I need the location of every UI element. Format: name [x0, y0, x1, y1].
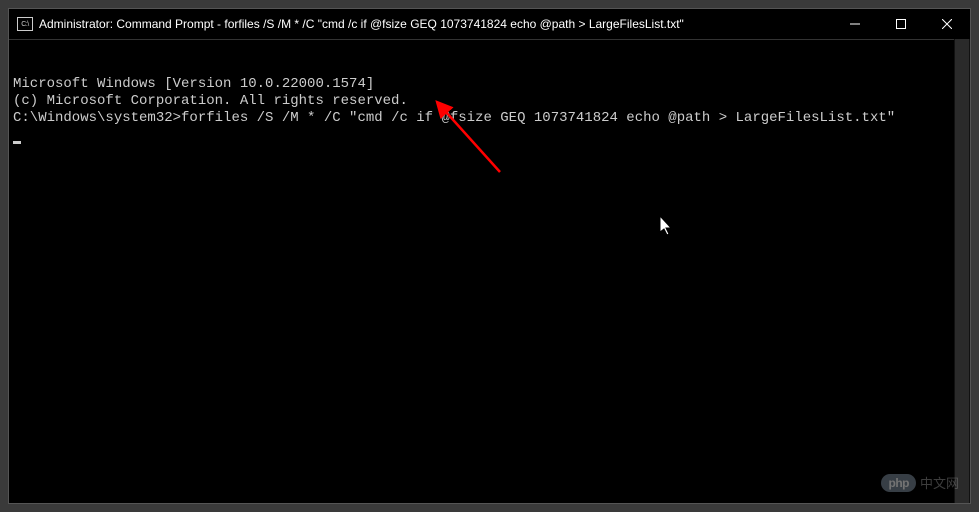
titlebar[interactable]: C:\ Administrator: Command Prompt - forf…	[9, 9, 970, 39]
text-cursor	[13, 141, 21, 144]
maximize-button[interactable]	[878, 9, 924, 39]
command-line: C:\Windows\system32>forfiles /S /M * /C …	[13, 110, 966, 127]
copyright-line: (c) Microsoft Corporation. All rights re…	[13, 93, 966, 110]
version-line: Microsoft Windows [Version 10.0.22000.15…	[13, 76, 966, 93]
terminal-output[interactable]: Microsoft Windows [Version 10.0.22000.15…	[9, 39, 970, 503]
window-controls	[832, 9, 970, 39]
command-text: forfiles /S /M * /C "cmd /c if @fsize GE…	[181, 110, 895, 126]
prompt-path: C:\Windows\system32>	[13, 110, 181, 126]
minimize-button[interactable]	[832, 9, 878, 39]
scrollbar-thumb[interactable]	[955, 39, 969, 503]
window-title: Administrator: Command Prompt - forfiles…	[39, 17, 832, 31]
close-button[interactable]	[924, 9, 970, 39]
cmd-icon: C:\	[17, 17, 33, 31]
vertical-scrollbar[interactable]	[954, 39, 970, 503]
command-prompt-window: C:\ Administrator: Command Prompt - forf…	[8, 8, 971, 504]
